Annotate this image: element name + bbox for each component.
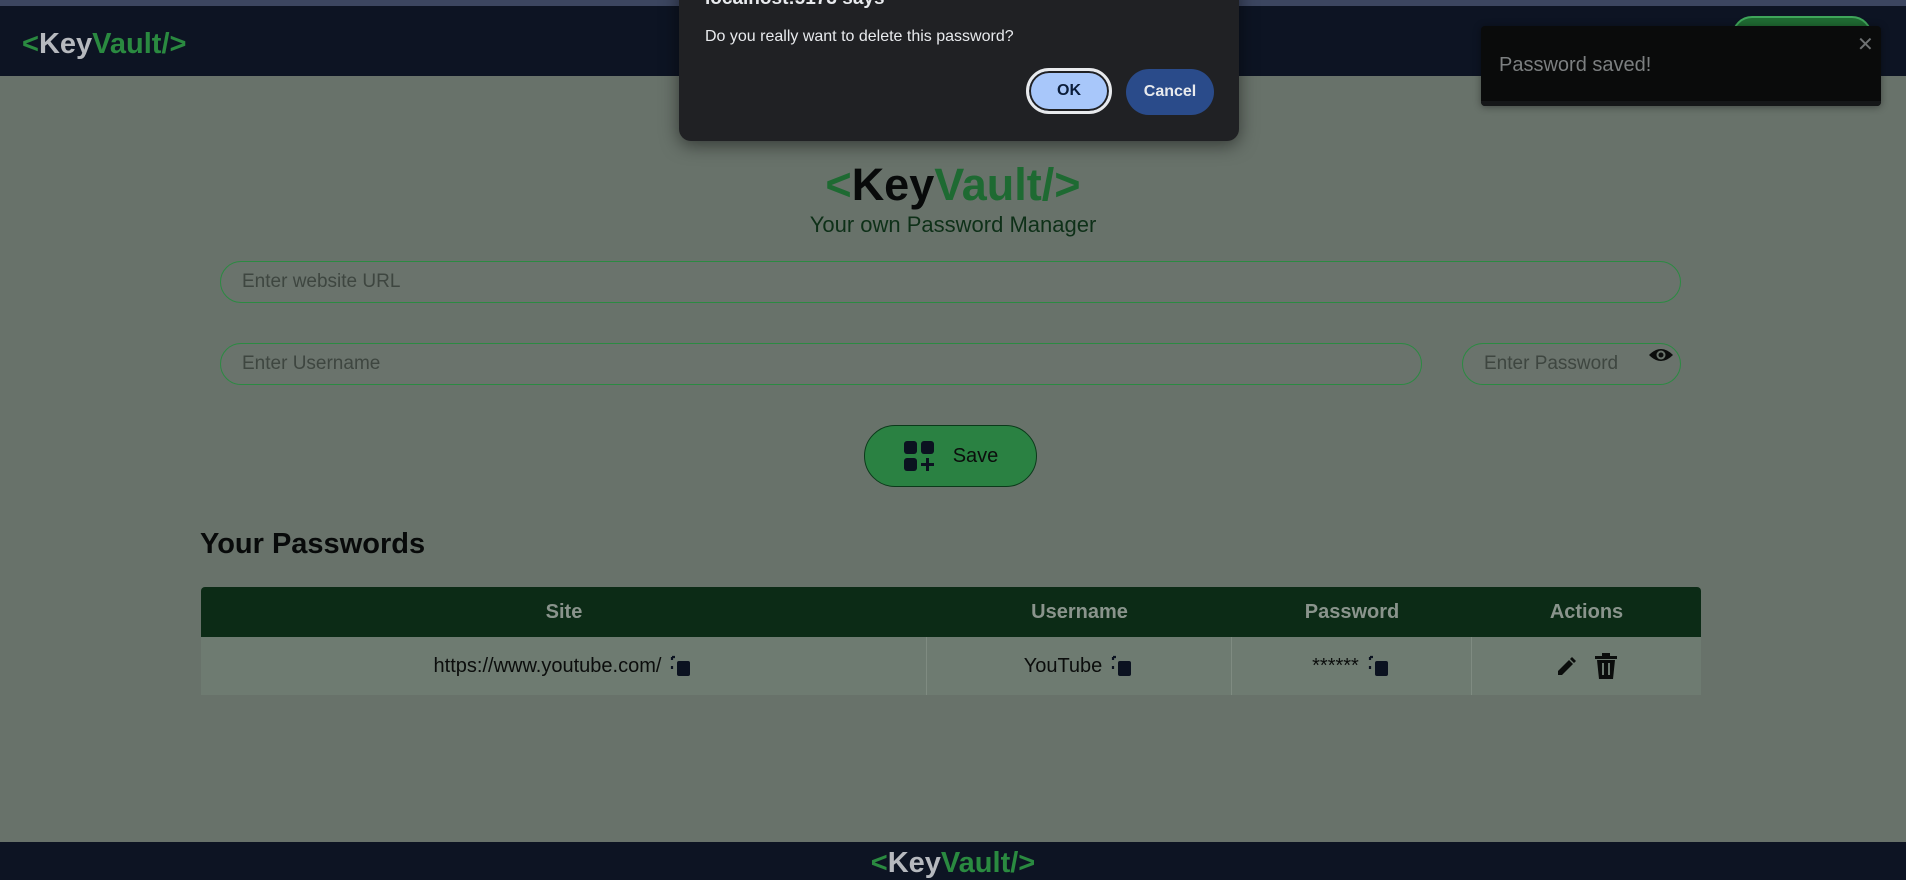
- url-input[interactable]: [220, 261, 1681, 303]
- save-label: Save: [952, 444, 999, 467]
- toast-progress-bar: [1481, 101, 1881, 106]
- footer-brand-close: >: [1018, 847, 1036, 879]
- trash-icon[interactable]: [1593, 652, 1619, 680]
- confirm-dialog: localhost:5173 says Do you really want t…: [679, 0, 1239, 141]
- header-site: Site: [545, 600, 583, 623]
- header-actions: Actions: [1549, 600, 1624, 623]
- copy-icon[interactable]: [669, 654, 693, 678]
- tagline: Your own Password Manager: [809, 212, 1097, 237]
- site-link[interactable]: https://www.youtube.com/: [434, 655, 662, 678]
- logo-open: <: [825, 159, 852, 210]
- copy-icon[interactable]: [1367, 654, 1391, 678]
- footer-brand: <KeyVault/>: [0, 847, 1906, 880]
- close-icon[interactable]: ✕: [1857, 32, 1874, 57]
- brand-key: Key: [38, 28, 93, 60]
- username-input[interactable]: [220, 343, 1422, 385]
- navbar-brand[interactable]: <KeyVault/>: [22, 28, 186, 61]
- header-password: Password: [1304, 600, 1400, 623]
- ok-button[interactable]: OK: [1026, 68, 1112, 114]
- passwords-title: Your Passwords: [200, 528, 426, 560]
- brand-close: >: [169, 28, 187, 60]
- logo-key: Key: [851, 159, 935, 210]
- eye-icon[interactable]: [1648, 346, 1674, 364]
- logo-close: >: [1054, 159, 1081, 210]
- footer-brand-vault: Vault/: [940, 847, 1019, 879]
- save-button[interactable]: Save: [864, 425, 1037, 487]
- password-masked: ******: [1312, 654, 1359, 677]
- cell-actions: [1472, 637, 1701, 695]
- hero-logo: <KeyVault/>: [0, 162, 1906, 207]
- brand-vault: Vault/: [92, 28, 170, 60]
- toast-message: Password saved!: [1499, 54, 1652, 76]
- footer: <KeyVault/>: [0, 842, 1906, 880]
- cell-password: ******: [1232, 637, 1472, 695]
- cell-site: https://www.youtube.com/: [201, 637, 927, 695]
- main-content: <KeyVault/> Your own Password Manager Sa…: [0, 76, 1906, 842]
- table-header: Site Username Password Actions: [201, 587, 1701, 637]
- brand-open: <: [22, 28, 39, 60]
- header-username: Username: [1031, 600, 1128, 623]
- dialog-message: Do you really want to delete this passwo…: [705, 28, 1014, 45]
- passwords-table: Site Username Password Actions https://w…: [201, 587, 1701, 695]
- username-text: YouTube: [1023, 654, 1103, 677]
- dialog-title: localhost:5173 says: [705, 0, 885, 10]
- footer-brand-open: <: [870, 847, 888, 879]
- copy-icon[interactable]: [1110, 654, 1134, 678]
- cell-username: YouTube: [927, 637, 1232, 695]
- grid-plus-icon: [903, 441, 934, 471]
- toast-notification: Password saved! ✕: [1481, 26, 1881, 106]
- footer-brand-key: Key: [887, 847, 941, 879]
- logo-vault: Vault/: [934, 159, 1055, 210]
- pencil-icon[interactable]: [1555, 654, 1579, 678]
- cancel-button[interactable]: Cancel: [1126, 69, 1214, 115]
- table-row: https://www.youtube.com/ YouTube ******: [201, 637, 1701, 695]
